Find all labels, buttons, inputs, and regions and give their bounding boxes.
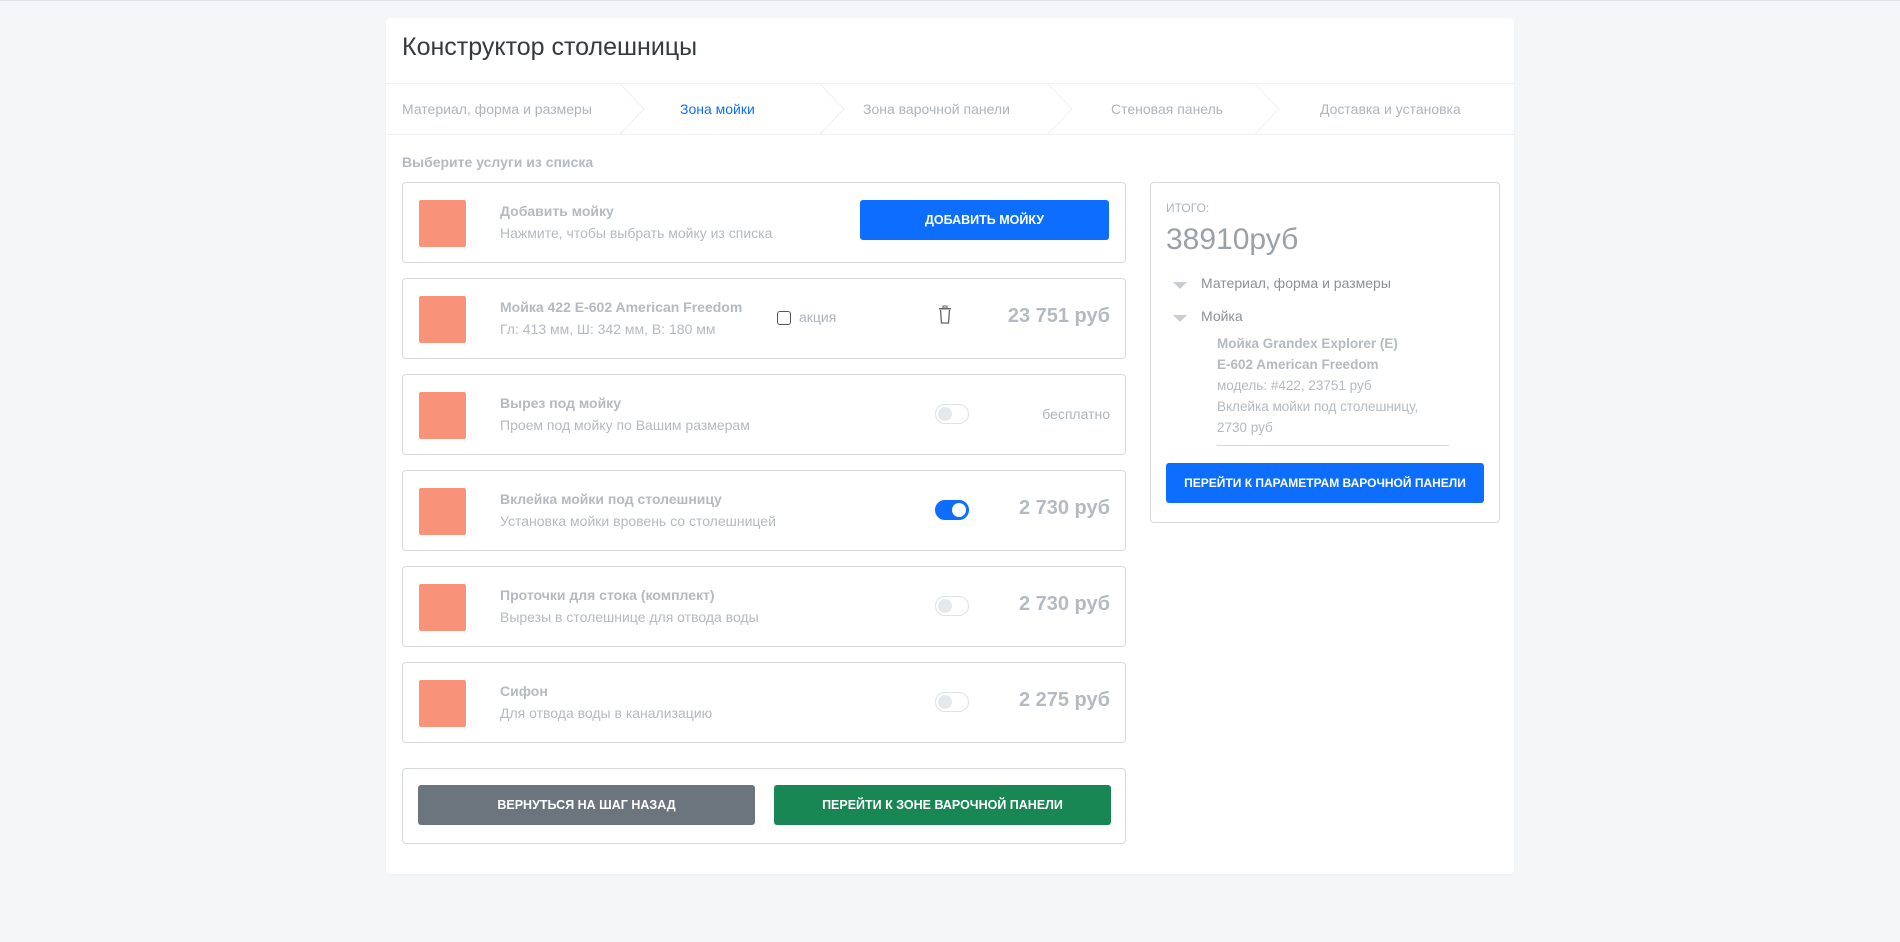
chevron-step-icon — [1048, 84, 1073, 134]
tab-hob-zone[interactable]: Зона варочной панели — [863, 84, 1010, 134]
chevron-step-icon — [1255, 84, 1280, 134]
service-name: Сифон — [500, 683, 548, 699]
promo-label: акция — [799, 309, 837, 325]
summary-section-material[interactable]: Материал, форма и размеры — [1201, 275, 1391, 291]
service-price: бесплатно — [1042, 406, 1110, 422]
service-description: Для отвода воды в канализацию — [500, 705, 713, 721]
total-amount: 38910руб — [1166, 223, 1299, 256]
triangle-down-icon[interactable] — [1173, 315, 1187, 322]
detail-glue: Вклейка мойки под столешницу, — [1217, 399, 1419, 414]
chevron-step-icon — [620, 84, 645, 134]
trash-icon[interactable] — [938, 305, 952, 325]
service-toggle[interactable] — [935, 404, 969, 424]
add-sink-button[interactable]: ДОБАВИТЬ МОЙКУ — [860, 200, 1109, 240]
sink-dimensions: Гл: 413 мм, Ш: 342 мм, В: 180 мм — [500, 321, 716, 337]
summary-section-sink[interactable]: Мойка — [1201, 308, 1243, 324]
detail-glue-price: 2730 руб — [1217, 420, 1273, 435]
promo-checkbox[interactable] — [777, 311, 791, 325]
service-name: Вклейка мойки под столешницу — [500, 491, 722, 507]
chevron-step-icon — [820, 84, 845, 134]
services-subtitle: Выберите услуги из списка — [402, 154, 594, 170]
page-title: Конструктор столешницы — [402, 33, 698, 61]
order-summary: ИТОГО: 38910руб Материал, форма и размер… — [1150, 182, 1500, 523]
top-border — [0, 0, 1900, 1]
service-toggle[interactable] — [935, 500, 969, 520]
step-navigation: ВЕРНУТЬСЯ НА ШАГ НАЗАД ПЕРЕЙТИ К ЗОНЕ ВА… — [402, 768, 1126, 844]
tab-wall-panel[interactable]: Стеновая панель — [1111, 84, 1223, 134]
service-row: Вклейка мойки под столешницу Установка м… — [402, 470, 1126, 551]
service-description: Установка мойки вровень со столешницей — [500, 513, 776, 529]
service-name: Проточки для стока (комплект) — [500, 587, 715, 603]
row-title: Добавить мойку — [500, 203, 614, 219]
service-thumbnail — [419, 584, 466, 631]
sink-thumbnail — [419, 296, 466, 343]
tab-sink-zone[interactable]: Зона мойки — [680, 84, 755, 134]
service-row: Вырез под мойку Проем под мойку по Вашим… — [402, 374, 1126, 455]
service-row: Проточки для стока (комплект) Вырезы в с… — [402, 566, 1126, 647]
service-thumbnail — [419, 488, 466, 535]
service-toggle[interactable] — [935, 692, 969, 712]
back-button[interactable]: ВЕРНУТЬСЯ НА ШАГ НАЗАД — [418, 785, 755, 825]
add-sink-row: Добавить мойку Нажмите, чтобы выбрать мо… — [402, 182, 1126, 263]
service-price: 2 275 руб — [1018, 689, 1110, 711]
service-price: 2 730 руб — [1018, 593, 1110, 615]
detail-sink-name: Мойка Grandex Explorer (E) — [1217, 336, 1398, 351]
row-description: Нажмите, чтобы выбрать мойку из списка — [500, 225, 773, 241]
service-description: Вырезы в столешнице для отвода воды — [500, 609, 759, 625]
service-row: Сифон Для отвода воды в канализацию 2 27… — [402, 662, 1126, 743]
service-description: Проем под мойку по Вашим размерам — [500, 417, 750, 433]
service-thumbnail — [419, 680, 466, 727]
detail-sink-model: модель: #422, 23751 руб — [1217, 378, 1372, 393]
sink-price: 23 751 руб — [1007, 305, 1110, 327]
summary-sink-details: Мойка Grandex Explorer (E) E-602 America… — [1217, 333, 1449, 438]
service-price: 2 730 руб — [1018, 497, 1110, 519]
go-to-hob-params-button[interactable]: ПЕРЕЙТИ К ПАРАМЕТРАМ ВАРОЧНОЙ ПАНЕЛИ — [1166, 463, 1484, 503]
service-name: Вырез под мойку — [500, 395, 621, 411]
next-step-button[interactable]: ПЕРЕЙТИ К ЗОНЕ ВАРОЧНОЙ ПАНЕЛИ — [774, 785, 1111, 825]
service-toggle[interactable] — [935, 596, 969, 616]
step-tabs: Материал, форма и размеры Зона мойки Зон… — [386, 83, 1514, 135]
selected-sink-row: Мойка 422 E-602 American Freedom Гл: 413… — [402, 278, 1126, 359]
detail-sink-name: E-602 American Freedom — [1217, 357, 1379, 372]
total-label: ИТОГО: — [1166, 201, 1210, 215]
triangle-down-icon[interactable] — [1173, 282, 1187, 289]
service-thumbnail — [419, 392, 466, 439]
sink-thumbnail — [419, 200, 466, 247]
constructor-card: Конструктор столешницы Материал, форма и… — [386, 18, 1514, 874]
summary-divider — [1217, 445, 1449, 446]
sink-name: Мойка 422 E-602 American Freedom — [500, 299, 743, 315]
tab-delivery[interactable]: Доставка и установка — [1320, 84, 1461, 134]
tab-material[interactable]: Материал, форма и размеры — [402, 84, 592, 134]
